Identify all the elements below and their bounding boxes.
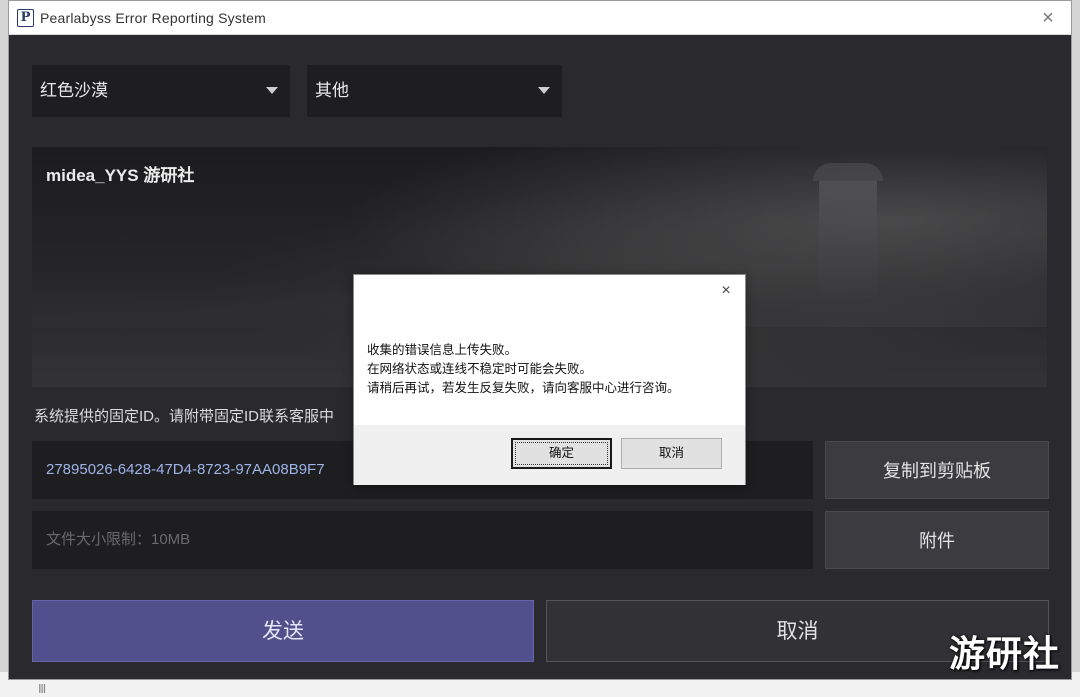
- dialog-message: 收集的错误信息上传失败。 在网络状态或连线不稳定时可能会失败。 请稍后再试，若发…: [367, 341, 737, 398]
- dialog-footer: 确定 取消: [354, 425, 745, 485]
- region-dropdown[interactable]: 红色沙漠: [32, 65, 290, 117]
- dialog-close-button[interactable]: ×: [716, 281, 736, 301]
- window-close-button[interactable]: ×: [1035, 5, 1061, 31]
- watermark: 游研社: [948, 633, 1060, 674]
- background-ghost-text: Ⅲ: [38, 682, 48, 696]
- background-tower-image: [813, 163, 883, 297]
- send-button[interactable]: 发送: [32, 600, 534, 662]
- dialog-message-line: 请稍后再试，若发生反复失败，请向客服中心进行咨询。: [367, 381, 680, 395]
- dialog-cancel-button[interactable]: 取消: [621, 438, 722, 469]
- category-dropdown[interactable]: 其他: [307, 65, 562, 117]
- title-bar: P Pearlabyss Error Reporting System ×: [9, 1, 1071, 35]
- attachment-field[interactable]: 文件大小限制：10MB: [32, 511, 813, 569]
- copy-to-clipboard-button[interactable]: 复制到剪贴板: [825, 441, 1049, 499]
- region-dropdown-value: 红色沙漠: [40, 81, 108, 100]
- fixed-id-label: 系统提供的固定ID。请附带固定ID联系客服中: [34, 408, 335, 425]
- window-title: Pearlabyss Error Reporting System: [40, 10, 267, 26]
- dialog-ok-button[interactable]: 确定: [511, 438, 612, 469]
- category-dropdown-value: 其他: [315, 81, 349, 100]
- chevron-down-icon: [266, 87, 278, 94]
- chevron-down-icon: [538, 87, 550, 94]
- attach-button[interactable]: 附件: [825, 511, 1049, 569]
- dialog-message-line: 收集的错误信息上传失败。: [367, 343, 518, 357]
- dialog-message-line: 在网络状态或连线不稳定时可能会失败。: [367, 362, 593, 376]
- app-logo-icon: P: [17, 9, 34, 27]
- message-text: midea_YYS 游研社: [46, 166, 195, 185]
- upload-failed-dialog: × 收集的错误信息上传失败。 在网络状态或连线不稳定时可能会失败。 请稍后再试，…: [353, 274, 746, 485]
